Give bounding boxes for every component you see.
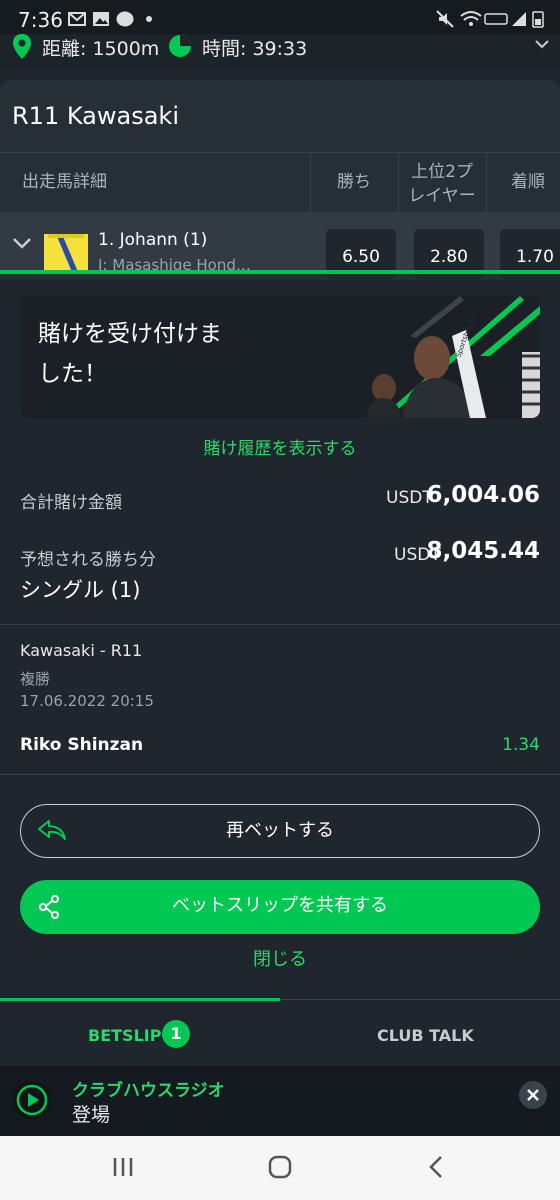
divider: [0, 774, 560, 775]
volte-icon: [484, 13, 508, 25]
bottom-tabs: BETSLIP 1 CLUB TALK: [0, 998, 560, 1064]
promo-image: Sportsbet.io: [340, 296, 540, 418]
column-header-top2-line1: 上位2プ: [411, 162, 473, 182]
recent-apps-icon[interactable]: [112, 1156, 134, 1178]
close-icon[interactable]: [518, 1080, 548, 1110]
home-icon[interactable]: [268, 1155, 292, 1179]
column-header-top2-line2: レイヤー: [408, 186, 476, 206]
line-app-icon: [116, 11, 134, 27]
column-header-top2: 上位2プ レイヤー: [400, 160, 484, 208]
chevron-down-icon[interactable]: [12, 236, 32, 250]
back-icon[interactable]: [428, 1155, 444, 1179]
divider: [398, 153, 399, 213]
mute-icon: [436, 10, 454, 28]
total-stake-amount: 6,004.06: [426, 482, 541, 508]
column-header-win: 勝ち: [337, 172, 371, 192]
bet-accepted-banner: 賭けを受け付けました！ Sportsbet.io: [20, 296, 540, 418]
tab-betslip-label: BETSLIP: [88, 1026, 162, 1045]
radio-player: クラブハウスラジオ 登場: [0, 1066, 560, 1136]
potential-win-label: 予想される勝ち分: [20, 550, 156, 570]
chevron-down-icon[interactable]: [534, 38, 550, 50]
bet-history-link[interactable]: 賭け履歴を表示する: [0, 434, 560, 459]
clock-icon: [169, 35, 191, 57]
bet-type: シングル (1): [20, 578, 141, 602]
image-icon: [93, 12, 109, 26]
bet-accepted-title: 賭けを受け付けました！: [38, 321, 222, 387]
divider: [486, 153, 487, 213]
dot-icon: [146, 16, 152, 22]
selection-event: Kawasaki - R11: [20, 641, 143, 660]
tab-club-talk-label: CLUB TALK: [377, 1026, 474, 1045]
potential-win-amount: 8,045.44: [426, 538, 541, 564]
active-tab-indicator: [0, 998, 280, 1001]
selection-odds: 1.34: [502, 735, 540, 755]
selection-datetime: 17.06.2022 20:15: [20, 692, 154, 710]
jockey-silks-icon: [44, 234, 88, 272]
play-icon[interactable]: [12, 1080, 52, 1120]
reply-arrow-icon: [38, 820, 66, 840]
divider: [280, 999, 560, 1000]
gmail-icon: [68, 12, 86, 26]
column-header-place: 着順: [511, 172, 545, 192]
selection-market: 複勝: [20, 670, 51, 688]
race-title: R11 Kawasaki: [12, 102, 179, 130]
share-betslip-button[interactable]: ベットスリップを共有する: [20, 880, 540, 934]
signal-icon: [512, 12, 526, 26]
tab-betslip[interactable]: BETSLIP 1: [0, 998, 280, 1064]
divider: [0, 624, 560, 625]
close-link[interactable]: 閉じる: [0, 945, 560, 971]
status-bar: 7:36: [0, 0, 560, 38]
rebet-label: 再ベットする: [226, 820, 334, 841]
selection-runner: Riko Shinzan: [20, 735, 144, 755]
runner-name[interactable]: 1. Johann (1): [98, 230, 207, 250]
race-info-bar: 距離: 1500m 時間: 39:33: [0, 34, 560, 68]
divider: [310, 153, 311, 213]
column-header-details: 出走馬詳細: [22, 172, 107, 192]
race-time: 時間: 39:33: [202, 38, 308, 60]
share-betslip-label: ベットスリップを共有する: [172, 895, 388, 916]
race-distance: 距離: 1500m: [42, 38, 160, 60]
location-pin-icon: [13, 34, 31, 59]
status-time: 7:36: [18, 8, 63, 32]
wifi-icon: [460, 11, 482, 26]
system-nav-bar: [0, 1136, 560, 1200]
radio-title: クラブハウスラジオ: [72, 1081, 225, 1101]
divider: [0, 152, 560, 153]
total-stake-label: 合計賭け金額: [20, 493, 122, 513]
battery-icon: [532, 11, 544, 28]
rebet-button[interactable]: 再ベットする: [20, 804, 540, 858]
share-icon: [39, 895, 59, 919]
radio-subtitle: 登場: [72, 1104, 111, 1126]
accent-line: [0, 270, 560, 274]
tab-club-talk[interactable]: CLUB TALK: [280, 998, 560, 1064]
betslip-count-badge: 1: [162, 1020, 190, 1048]
